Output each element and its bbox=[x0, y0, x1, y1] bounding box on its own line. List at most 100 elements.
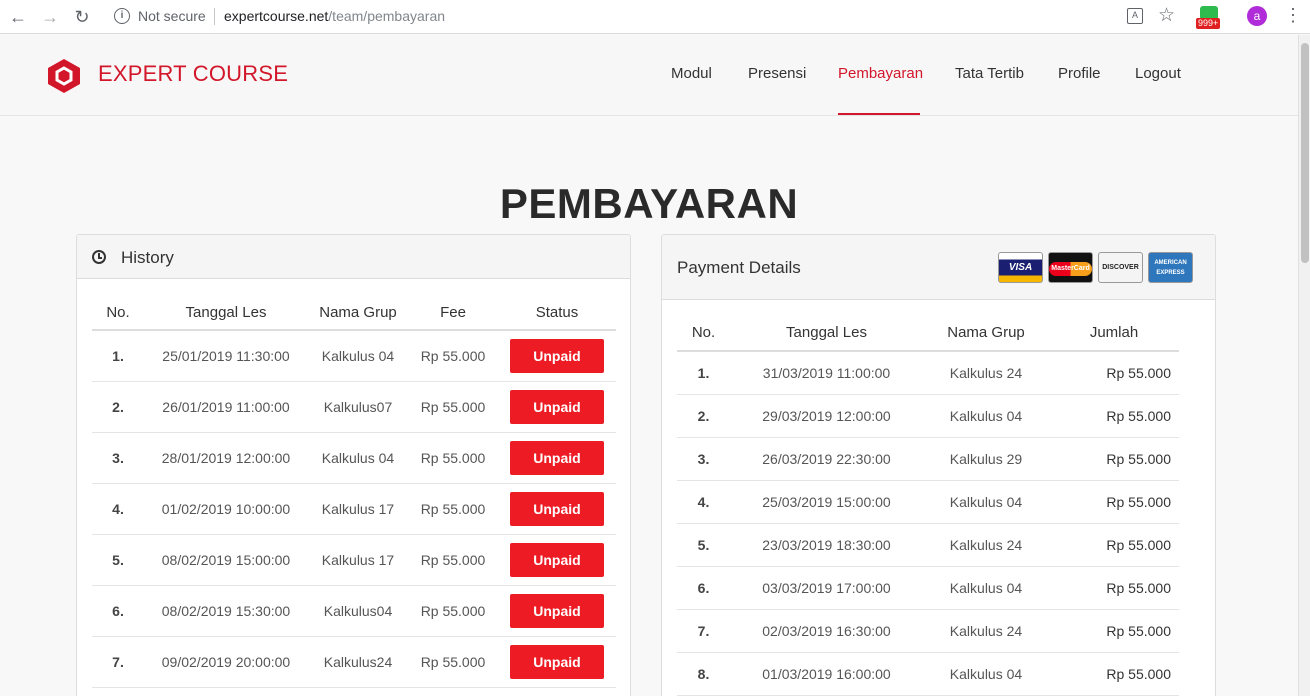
unpaid-button[interactable]: Unpaid bbox=[510, 593, 604, 628]
row-date: 23/03/2019 18:30:00 bbox=[730, 523, 923, 567]
col-header-no: No. bbox=[92, 295, 144, 331]
address-bar[interactable]: expertcourse.net/team/pembayaran bbox=[224, 8, 445, 24]
col-header-tanggal: Tanggal Les bbox=[730, 315, 923, 352]
row-amount: Rp 55.000 bbox=[1049, 437, 1179, 481]
back-arrow-icon[interactable]: ← bbox=[6, 5, 30, 29]
forward-arrow-icon[interactable]: → bbox=[38, 5, 62, 29]
row-status-cell: Unpaid bbox=[498, 585, 616, 637]
row-status-cell: Unpaid bbox=[498, 381, 616, 433]
site-header: EXPERT COURSE Modul Presensi Pembayaran … bbox=[0, 35, 1298, 116]
row-date: 08/02/2019 15:00:00 bbox=[144, 534, 308, 586]
nav-modul[interactable]: Modul bbox=[671, 65, 712, 82]
table-row: 7. 02/03/2019 16:30:00 Kalkulus 24 Rp 55… bbox=[677, 609, 1179, 653]
nav-logout[interactable]: Logout bbox=[1135, 65, 1181, 82]
row-no: 4. bbox=[677, 480, 730, 524]
row-group: Kalkulus 17 bbox=[308, 534, 408, 586]
table-row: 6. 08/02/2019 15:30:00 Kalkulus04 Rp 55.… bbox=[92, 585, 616, 637]
translate-icon[interactable]: A bbox=[1127, 8, 1143, 24]
row-date: 01/03/2019 16:00:00 bbox=[730, 652, 923, 696]
unpaid-button[interactable]: Unpaid bbox=[510, 389, 604, 424]
row-fee: Rp 55.000 bbox=[408, 483, 498, 535]
row-no: 7. bbox=[677, 609, 730, 653]
row-amount: Rp 55.000 bbox=[1049, 394, 1179, 438]
table-row: 3. 28/01/2019 12:00:00 Kalkulus 04 Rp 55… bbox=[92, 432, 616, 484]
row-group: Kalkulus 04 bbox=[308, 330, 408, 382]
history-header-row: No. Tanggal Les Nama Grup Fee Status bbox=[92, 295, 616, 331]
col-header-grup: Nama Grup bbox=[308, 295, 408, 331]
row-no: 4. bbox=[92, 483, 144, 535]
nav-profile[interactable]: Profile bbox=[1058, 65, 1101, 82]
unpaid-button[interactable]: Unpaid bbox=[510, 644, 604, 679]
visa-card-icon: VISA bbox=[998, 252, 1043, 283]
row-date: 02/03/2019 16:30:00 bbox=[730, 609, 923, 653]
row-no: 5. bbox=[677, 523, 730, 567]
row-group: Kalkulus24 bbox=[308, 636, 408, 688]
bookmark-star-icon[interactable]: ☆ bbox=[1158, 4, 1175, 27]
row-amount: Rp 55.000 bbox=[1049, 566, 1179, 610]
table-row: 3. 26/03/2019 22:30:00 Kalkulus 29 Rp 55… bbox=[677, 437, 1179, 481]
row-amount: Rp 55.000 bbox=[1049, 480, 1179, 524]
row-no: 1. bbox=[677, 351, 730, 395]
row-group: Kalkulus 04 bbox=[923, 394, 1049, 438]
browser-menu-icon[interactable]: ⋮ bbox=[1284, 5, 1302, 26]
col-header-tanggal: Tanggal Les bbox=[144, 295, 308, 331]
mastercard-icon: MasterCard bbox=[1048, 252, 1093, 283]
col-header-grup: Nama Grup bbox=[923, 315, 1049, 352]
mastercard-label: MasterCard bbox=[1049, 262, 1092, 276]
payment-header-row: No. Tanggal Les Nama Grup Jumlah bbox=[677, 315, 1179, 352]
page-scrollbar[interactable] bbox=[1298, 35, 1310, 696]
row-amount: Rp 55.000 bbox=[1049, 351, 1179, 395]
col-header-fee: Fee bbox=[408, 295, 498, 331]
profile-avatar[interactable]: a bbox=[1247, 6, 1267, 26]
row-group: Kalkulus 17 bbox=[308, 483, 408, 535]
row-date: 31/03/2019 11:00:00 bbox=[730, 351, 923, 395]
nav-tata-tertib[interactable]: Tata Tertib bbox=[955, 65, 1024, 82]
amex-label-1: AMERICAN bbox=[1154, 260, 1187, 266]
url-path: /team/pembayaran bbox=[328, 8, 446, 24]
info-icon[interactable]: i bbox=[114, 8, 130, 24]
security-status[interactable]: Not secure bbox=[138, 8, 206, 24]
reload-icon[interactable]: ↻ bbox=[70, 5, 94, 29]
row-status-cell: Unpaid bbox=[498, 432, 616, 484]
nav-presensi[interactable]: Presensi bbox=[748, 65, 806, 82]
row-group: Kalkulus 04 bbox=[923, 566, 1049, 610]
payment-title: Payment Details bbox=[677, 258, 801, 277]
table-row: 1. 25/01/2019 11:30:00 Kalkulus 04 Rp 55… bbox=[92, 330, 616, 382]
row-fee: Rp 55.000 bbox=[408, 432, 498, 484]
table-row: 6. 03/03/2019 17:00:00 Kalkulus 04 Rp 55… bbox=[677, 566, 1179, 610]
logo-hexagon-icon[interactable] bbox=[47, 58, 81, 94]
table-row: 4. 01/02/2019 10:00:00 Kalkulus 17 Rp 55… bbox=[92, 483, 616, 535]
unpaid-button[interactable]: Unpaid bbox=[510, 440, 604, 475]
row-date: 26/01/2019 11:00:00 bbox=[144, 381, 308, 433]
history-table: No. Tanggal Les Nama Grup Fee Status 1. … bbox=[92, 295, 616, 688]
row-status-cell: Unpaid bbox=[498, 483, 616, 535]
row-date: 25/01/2019 11:30:00 bbox=[144, 330, 308, 382]
row-date: 26/03/2019 22:30:00 bbox=[730, 437, 923, 481]
table-row: 2. 29/03/2019 12:00:00 Kalkulus 04 Rp 55… bbox=[677, 394, 1179, 438]
unpaid-button[interactable]: Unpaid bbox=[510, 542, 604, 577]
row-no: 3. bbox=[677, 437, 730, 481]
unpaid-button[interactable]: Unpaid bbox=[510, 338, 604, 373]
unpaid-button[interactable]: Unpaid bbox=[510, 491, 604, 526]
row-no: 6. bbox=[677, 566, 730, 610]
row-date: 28/01/2019 12:00:00 bbox=[144, 432, 308, 484]
row-group: Kalkulus 04 bbox=[923, 480, 1049, 524]
scroll-thumb[interactable] bbox=[1301, 43, 1309, 263]
row-group: Kalkulus04 bbox=[308, 585, 408, 637]
history-panel: History No. Tanggal Les Nama Grup Fee St… bbox=[76, 234, 631, 696]
row-fee: Rp 55.000 bbox=[408, 636, 498, 688]
active-nav-indicator bbox=[838, 113, 920, 115]
row-amount: Rp 55.000 bbox=[1049, 652, 1179, 696]
col-header-jumlah: Jumlah bbox=[1049, 315, 1179, 352]
row-group: Kalkulus 24 bbox=[923, 523, 1049, 567]
row-no: 5. bbox=[92, 534, 144, 586]
row-no: 2. bbox=[92, 381, 144, 433]
brand-name[interactable]: EXPERT COURSE bbox=[98, 61, 288, 87]
table-row: 7. 09/02/2019 20:00:00 Kalkulus24 Rp 55.… bbox=[92, 636, 616, 688]
row-fee: Rp 55.000 bbox=[408, 381, 498, 433]
row-date: 08/02/2019 15:30:00 bbox=[144, 585, 308, 637]
row-amount: Rp 55.000 bbox=[1049, 609, 1179, 653]
nav-pembayaran[interactable]: Pembayaran bbox=[838, 65, 923, 82]
row-group: Kalkulus 04 bbox=[308, 432, 408, 484]
row-status-cell: Unpaid bbox=[498, 534, 616, 586]
